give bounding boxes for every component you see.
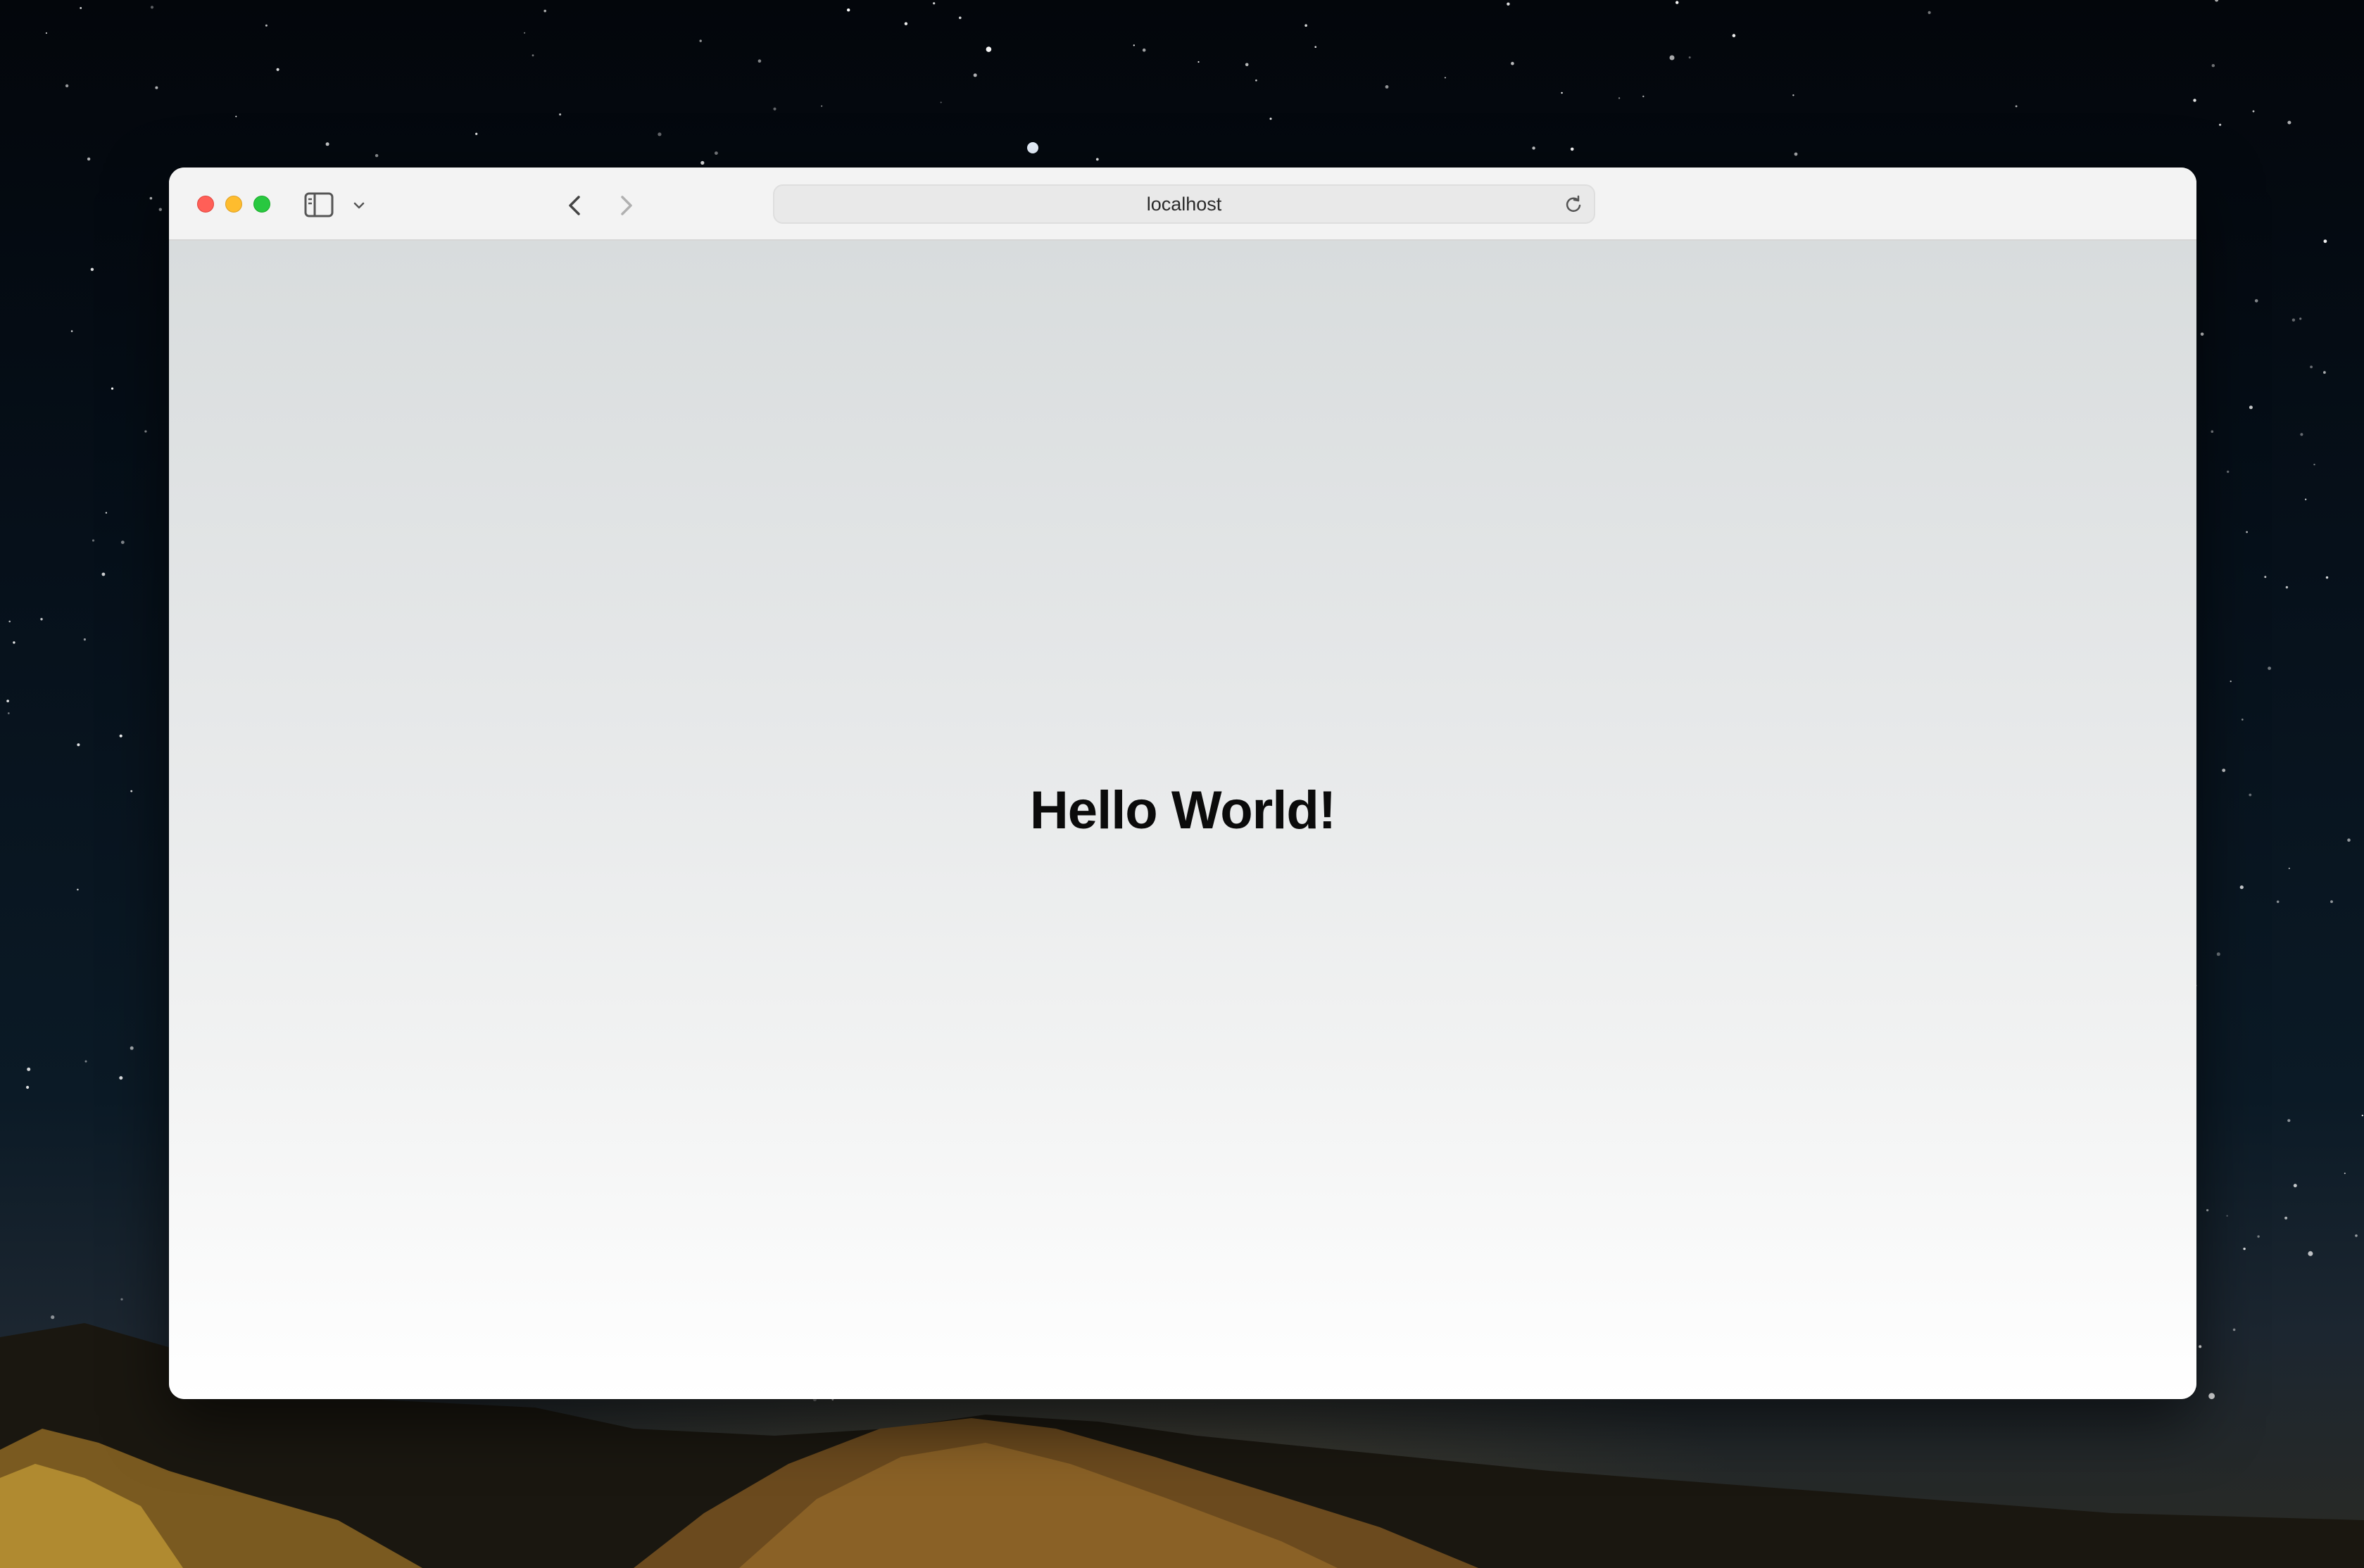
reload-icon[interactable] [1563, 194, 1584, 215]
page-heading: Hello World! [1029, 780, 1336, 840]
minimize-window-button[interactable] [225, 196, 242, 213]
close-window-button[interactable] [197, 196, 214, 213]
page-viewport: Hello World! [169, 241, 2196, 1399]
chevron-down-icon[interactable] [349, 196, 369, 215]
browser-toolbar: localhost [169, 167, 2196, 241]
chevron-right-icon[interactable] [608, 189, 642, 222]
browser-window: localhost Hello World! [169, 167, 2196, 1399]
chevron-left-icon[interactable] [559, 189, 593, 222]
url-text[interactable]: localhost [774, 186, 1594, 222]
maximize-window-button[interactable] [253, 196, 270, 213]
sidebar-icon[interactable] [304, 191, 349, 220]
address-bar[interactable]: localhost [773, 184, 1595, 224]
